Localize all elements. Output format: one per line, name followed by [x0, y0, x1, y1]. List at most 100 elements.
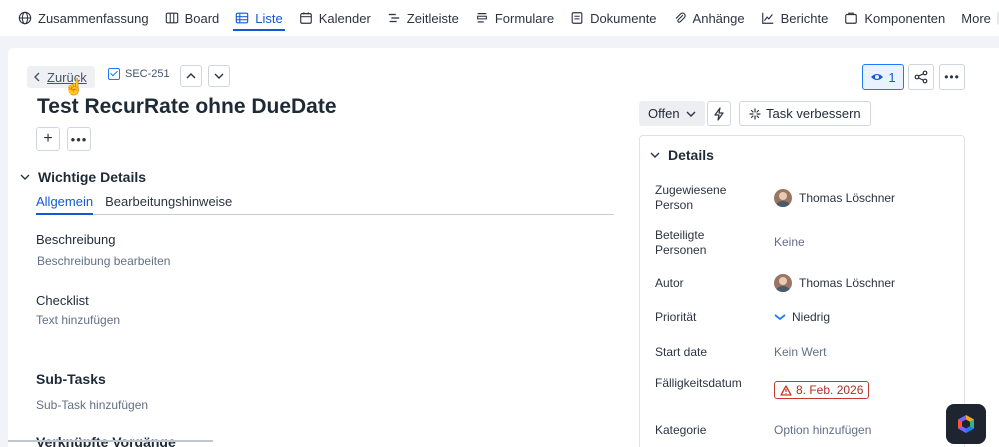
tab-label: Kalender — [318, 10, 371, 26]
assignee-value[interactable]: Thomas Löschner — [774, 189, 895, 207]
more-options-button[interactable]: ••• — [939, 64, 965, 90]
avatar — [774, 189, 792, 207]
share-icon — [914, 70, 928, 84]
priority-text: Niedrig — [792, 310, 831, 324]
chevron-down-icon — [214, 73, 224, 79]
status-dropdown[interactable]: Offen — [639, 101, 705, 126]
ellipsis-icon: ••• — [70, 131, 88, 147]
tab-berichte[interactable]: Berichte — [753, 0, 837, 36]
description-editor[interactable]: Beschreibung bearbeiten — [37, 254, 170, 268]
document-icon — [571, 12, 583, 24]
status-value: Offen — [648, 106, 680, 121]
details-title: Details — [668, 147, 714, 163]
add-button[interactable]: + — [36, 127, 60, 151]
tab-label: Zeitleiste — [406, 10, 459, 26]
warning-icon — [780, 384, 792, 396]
task-detail-card: Zurück ☝ SEC-251 Test RecurRate ohne Due… — [8, 48, 999, 447]
category-label: Kategorie — [655, 423, 707, 437]
tab-label: Formulare — [494, 10, 555, 26]
tab-label: Liste — [255, 10, 283, 26]
tab-label: Board — [184, 10, 220, 26]
components-icon — [845, 12, 858, 24]
avatar — [774, 274, 792, 292]
task-id-link[interactable]: SEC-251 — [108, 68, 170, 80]
board-icon — [165, 12, 178, 24]
tab-label: Anhänge — [692, 10, 745, 26]
tab-label: Berichte — [780, 10, 829, 26]
tab-komponenten[interactable]: Komponenten — [836, 0, 953, 36]
assignee-name: Thomas Löschner — [799, 191, 896, 205]
previous-task-button[interactable] — [180, 65, 202, 87]
due-date-label: Fälligkeitsdatum — [655, 376, 742, 390]
improve-label: Task verbessern — [766, 106, 861, 121]
subtab-bearbeitungshinweise[interactable]: Bearbeitungshinweise — [105, 194, 232, 214]
top-navigation: Zusammenfassung Board Liste Kalender Zei… — [0, 0, 999, 36]
chevron-up-icon — [186, 73, 196, 79]
tab-label: Zusammenfassung — [38, 10, 149, 26]
author-label: Autor — [655, 276, 684, 290]
lightning-icon — [714, 106, 724, 121]
more-actions-button[interactable]: ••• — [67, 127, 91, 151]
tab-formulare[interactable]: Formulare — [467, 0, 562, 36]
list-icon — [236, 12, 249, 24]
plus-icon: + — [43, 130, 53, 147]
mouse-cursor-icon: ☝ — [64, 79, 84, 96]
start-date-value[interactable]: Kein Wert — [774, 345, 826, 359]
chart-icon — [761, 12, 773, 24]
priority-label: Priorität — [655, 310, 697, 324]
next-task-button[interactable] — [208, 65, 230, 87]
tab-zusammenfassung[interactable]: Zusammenfassung — [10, 0, 157, 36]
subtasks-heading: Sub-Tasks — [36, 371, 106, 387]
watch-count: 1 — [888, 69, 896, 85]
author-value[interactable]: Thomas Löschner — [774, 274, 895, 292]
tab-zeitleiste[interactable]: Zeitleiste — [379, 0, 467, 36]
timeline-icon — [388, 13, 400, 23]
section-toggle-wichtige-details[interactable]: Wichtige Details — [20, 169, 146, 185]
details-panel: Details Zugewiesene Person Thomas Löschn… — [639, 135, 965, 447]
improve-task-button[interactable]: Task verbessern — [739, 101, 871, 126]
due-date-value[interactable]: 8. Feb. 2026 — [774, 381, 870, 399]
priority-low-icon — [774, 314, 786, 321]
description-label: Beschreibung — [36, 232, 116, 247]
task-id-label: SEC-251 — [125, 68, 170, 80]
section-title: Wichtige Details — [38, 169, 147, 185]
checklist-label: Checklist — [36, 293, 89, 308]
checklist-input[interactable]: Text hinzufügen — [36, 313, 120, 327]
add-subtask-input[interactable]: Sub-Task hinzufügen — [36, 398, 148, 412]
start-date-label: Start date — [655, 345, 708, 359]
tab-label: Dokumente — [590, 10, 657, 26]
author-name: Thomas Löschner — [799, 276, 896, 290]
globe-icon — [18, 11, 32, 25]
back-button[interactable]: Zurück — [27, 66, 95, 88]
sparkle-icon — [749, 107, 761, 120]
tab-kalender[interactable]: Kalender — [291, 0, 379, 36]
ellipsis-icon: ••• — [944, 70, 960, 84]
chevron-left-icon — [34, 72, 40, 82]
automation-button[interactable] — [707, 101, 731, 126]
tab-liste[interactable]: Liste — [227, 0, 290, 36]
subtab-allgemein[interactable]: Allgemein — [36, 194, 94, 215]
share-button[interactable] — [908, 64, 934, 90]
page-title[interactable]: Test RecurRate ohne DueDate — [37, 95, 337, 119]
tab-board[interactable]: Board — [157, 0, 228, 36]
tab-label: Komponenten — [864, 10, 946, 26]
due-date-badge: 8. Feb. 2026 — [774, 381, 870, 399]
attachment-icon — [675, 12, 686, 23]
detail-subtabs: Allgemein Bearbeitungshinweise — [36, 194, 614, 215]
tab-more[interactable]: More 2 — [953, 0, 999, 36]
more-label: More — [961, 10, 991, 26]
tab-dokumente[interactable]: Dokumente — [562, 0, 664, 36]
assistant-fab-button[interactable] — [946, 404, 986, 444]
priority-value[interactable]: Niedrig — [774, 310, 830, 324]
horizontal-scrollbar[interactable] — [8, 440, 213, 442]
details-toggle[interactable]: Details — [650, 147, 714, 163]
tab-anhaenge[interactable]: Anhänge — [665, 0, 753, 36]
assignee-label: Zugewiesene Person — [655, 183, 727, 212]
chevron-down-icon — [20, 174, 30, 180]
calendar-icon — [299, 12, 312, 24]
watch-button[interactable]: 1 — [862, 64, 904, 90]
participants-label: Beteiligte Personen — [655, 228, 707, 257]
forms-icon — [476, 13, 487, 23]
participants-value[interactable]: Keine — [774, 235, 805, 249]
category-value[interactable]: Option hinzufügen — [774, 423, 871, 437]
